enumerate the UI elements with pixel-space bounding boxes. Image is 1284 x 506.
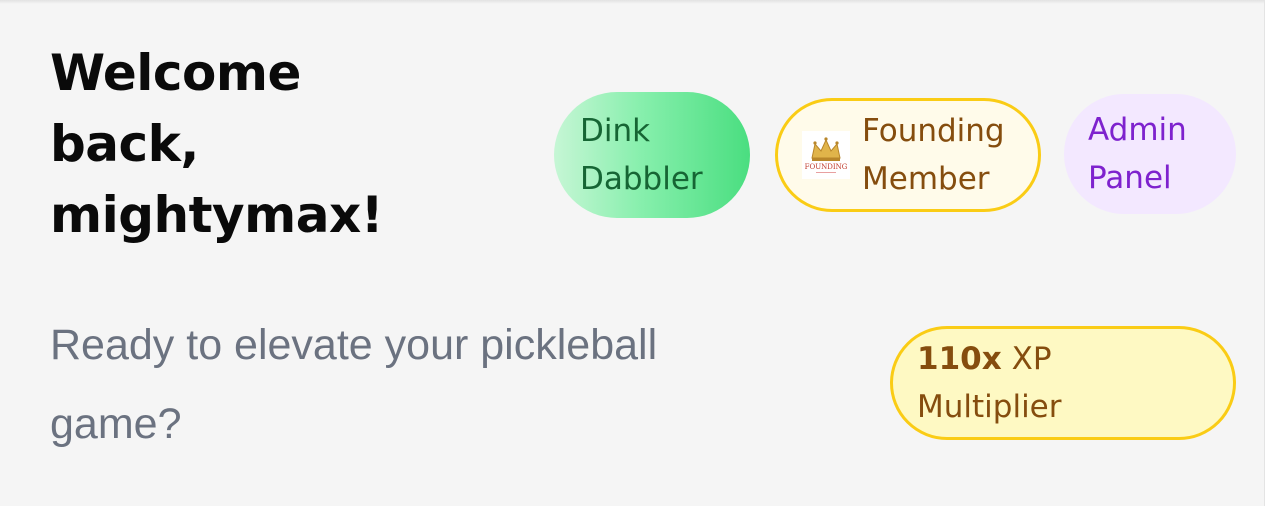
welcome-line-1: Welcome: [50, 44, 301, 102]
admin-panel-label: Admin Panel: [1088, 106, 1187, 202]
scrollbar-track[interactable]: [1264, 0, 1284, 506]
welcome-subtitle: Ready to elevate your pickleball game?: [50, 306, 810, 464]
xp-multiplier-value: 110x: [917, 341, 1002, 377]
top-divider-shadow: [0, 0, 1264, 4]
admin-badge-line-2: Panel: [1088, 160, 1172, 196]
xp-label: XP: [1011, 341, 1052, 377]
admin-badge-line-1: Admin: [1088, 112, 1187, 148]
welcome-line-3: mightymax!: [50, 186, 384, 244]
welcome-line-2: back,: [50, 115, 199, 173]
crown-icon: FOUNDING: [802, 131, 850, 179]
subtitle-line-2: game?: [50, 400, 182, 448]
dink-badge-line-1: Dink: [580, 113, 651, 149]
founding-badge-line-2: Member: [862, 161, 990, 197]
welcome-heading: Welcome back, mightymax!: [50, 38, 530, 251]
dink-badge-line-2: Dabbler: [580, 161, 703, 197]
founding-badge-line-1: Founding: [862, 113, 1005, 149]
dink-dabbler-label: Dink Dabbler: [580, 107, 703, 203]
admin-panel-button[interactable]: Admin Panel: [1064, 94, 1236, 214]
founding-member-label: Founding Member: [862, 107, 1005, 203]
founding-member-badge[interactable]: FOUNDING Founding Member: [775, 98, 1041, 212]
dink-dabbler-badge[interactable]: Dink Dabbler: [554, 92, 750, 218]
xp-multiplier-badge[interactable]: 110x XP Multiplier: [890, 326, 1236, 440]
subtitle-line-1: Ready to elevate your pickleball: [50, 321, 658, 369]
xp-badge-line-2: Multiplier: [917, 389, 1062, 425]
xp-multiplier-label: 110x XP Multiplier: [917, 335, 1062, 431]
founding-logo-text: FOUNDING: [805, 163, 848, 171]
xp-badge-line-1: 110x XP: [917, 335, 1062, 383]
